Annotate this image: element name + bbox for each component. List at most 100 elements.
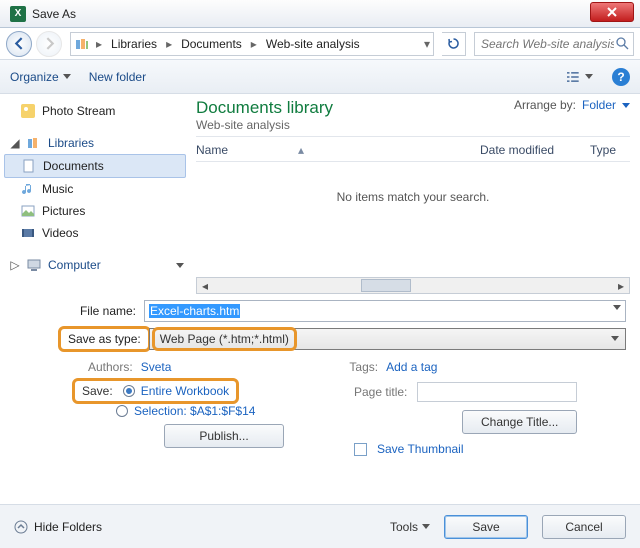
save-thumbnail-label[interactable]: Save Thumbnail: [377, 442, 464, 456]
caret-down-icon: [63, 74, 71, 79]
toolbar: Organize New folder ?: [0, 60, 640, 94]
authors-label: Authors:: [88, 360, 133, 374]
sidebar-item-photostream[interactable]: Photo Stream: [0, 100, 190, 122]
crumb-documents[interactable]: Documents: [175, 33, 248, 55]
chevron-up-icon: [14, 520, 28, 534]
radio-selection-label[interactable]: Selection: $A$1:$F$14: [134, 404, 255, 418]
dropdown-caret-icon[interactable]: [611, 336, 619, 341]
horizontal-scrollbar[interactable]: ◂ ▸: [196, 277, 630, 294]
tools-menu[interactable]: Tools: [390, 520, 430, 534]
sidebar-item-documents[interactable]: Documents: [4, 154, 186, 178]
hide-folders-label: Hide Folders: [34, 520, 102, 534]
sidebar-item-label: Pictures: [42, 204, 85, 218]
chevron-right-icon: ▸: [248, 37, 260, 51]
tools-label: Tools: [390, 520, 418, 534]
column-headers[interactable]: Name ▴ Date modified Type: [196, 137, 630, 162]
sidebar-item-label: Libraries: [48, 136, 94, 150]
view-list-icon: [567, 70, 582, 84]
save-as-type-value: Web Page (*.htm;*.html): [156, 331, 293, 347]
caret-down-icon: [585, 74, 593, 79]
sidebar-item-label: Computer: [48, 258, 101, 272]
save-form: File name: Excel-charts.htm Save as type…: [0, 294, 640, 350]
search-box[interactable]: [474, 32, 634, 56]
save-thumbnail-checkbox[interactable]: [354, 443, 367, 456]
expand-icon: ◢: [10, 136, 20, 150]
tags-value[interactable]: Add a tag: [386, 360, 437, 374]
sort-indicator-icon: ▴: [298, 143, 304, 157]
tags-label: Tags:: [349, 360, 378, 374]
chevron-down-icon[interactable]: ▾: [421, 37, 433, 51]
column-name[interactable]: Name: [196, 143, 228, 157]
organize-menu[interactable]: Organize: [10, 70, 71, 84]
view-options-button[interactable]: [566, 66, 594, 88]
search-input[interactable]: [479, 36, 616, 52]
arrange-by-value: Folder: [582, 98, 616, 112]
expand-icon: ▷: [10, 258, 20, 272]
publish-button[interactable]: Publish...: [164, 424, 284, 448]
radio-entire-workbook[interactable]: [123, 385, 135, 397]
back-button[interactable]: [6, 31, 32, 57]
window-title: Save As: [32, 7, 76, 21]
save-as-type-select[interactable]: Web Page (*.htm;*.html): [149, 328, 626, 350]
filename-label: File name:: [14, 304, 144, 318]
title-bar: Save As: [0, 0, 640, 28]
column-type[interactable]: Type: [590, 143, 630, 157]
nav-bar: ▸ Libraries ▸ Documents ▸ Web-site analy…: [0, 28, 640, 60]
search-icon: [616, 37, 629, 50]
page-title-input[interactable]: [417, 382, 577, 402]
excel-app-icon: [10, 6, 26, 22]
sidebar-item-label: Videos: [42, 226, 78, 240]
file-list-pane: Documents library Web-site analysis Arra…: [190, 94, 640, 294]
sidebar-header-computer[interactable]: ▷ Computer: [0, 254, 190, 276]
sidebar-item-videos[interactable]: Videos: [0, 222, 190, 244]
sidebar-item-label: Documents: [43, 159, 104, 173]
caret-down-icon: [422, 524, 430, 529]
computer-icon: [26, 257, 42, 273]
metadata-row: Authors: Sveta Tags: Add a tag: [0, 356, 640, 378]
hide-folders-button[interactable]: Hide Folders: [14, 520, 102, 534]
library-title: Documents library: [196, 98, 333, 118]
filename-value: Excel-charts.htm: [149, 304, 240, 318]
help-button[interactable]: ?: [612, 68, 630, 86]
forward-arrow-icon: [43, 37, 56, 50]
scroll-left-icon[interactable]: ◂: [197, 278, 213, 293]
page-title-label: Page title:: [354, 385, 407, 399]
filename-input[interactable]: Excel-charts.htm: [144, 300, 626, 322]
chevron-right-icon: ▸: [163, 37, 175, 51]
refresh-button[interactable]: [442, 32, 466, 56]
refresh-icon: [447, 37, 460, 50]
libraries-icon: [26, 135, 42, 151]
sidebar-header-libraries[interactable]: ◢ Libraries: [0, 132, 190, 154]
address-bar[interactable]: ▸ Libraries ▸ Documents ▸ Web-site analy…: [70, 32, 434, 56]
libraries-glyph-icon: [71, 37, 93, 51]
save-scope-label: Save:: [82, 384, 113, 398]
close-icon: [607, 7, 617, 17]
sidebar-item-pictures[interactable]: Pictures: [0, 200, 190, 222]
crumb-websiteanalysis[interactable]: Web-site analysis: [260, 33, 366, 55]
scroll-right-icon[interactable]: ▸: [613, 278, 629, 293]
sidebar-item-label: Music: [42, 182, 73, 196]
caret-down-icon: [176, 263, 184, 268]
dropdown-caret-icon[interactable]: [613, 305, 621, 310]
column-date[interactable]: Date modified: [480, 143, 590, 157]
save-as-type-label: Save as type:: [62, 330, 147, 348]
new-folder-button[interactable]: New folder: [89, 70, 146, 84]
save-button[interactable]: Save: [444, 515, 528, 539]
sidebar-item-music[interactable]: Music: [0, 178, 190, 200]
authors-value[interactable]: Sveta: [141, 360, 172, 374]
music-icon: [20, 181, 36, 197]
change-title-button[interactable]: Change Title...: [462, 410, 577, 434]
radio-selection[interactable]: [116, 405, 128, 417]
cancel-button[interactable]: Cancel: [542, 515, 626, 539]
dialog-footer: Hide Folders Tools Save Cancel: [0, 504, 640, 548]
crumb-libraries[interactable]: Libraries: [105, 33, 163, 55]
forward-button[interactable]: [36, 31, 62, 57]
caret-down-icon: [622, 103, 630, 108]
empty-message: No items match your search.: [196, 162, 630, 232]
navigation-pane: Photo Stream ◢ Libraries Documents Music…: [0, 94, 190, 294]
arrange-by[interactable]: Arrange by: Folder: [514, 98, 630, 112]
scrollbar-thumb[interactable]: [361, 279, 411, 292]
back-arrow-icon: [13, 37, 26, 50]
close-button[interactable]: [590, 2, 634, 22]
radio-entire-label[interactable]: Entire Workbook: [141, 384, 229, 398]
